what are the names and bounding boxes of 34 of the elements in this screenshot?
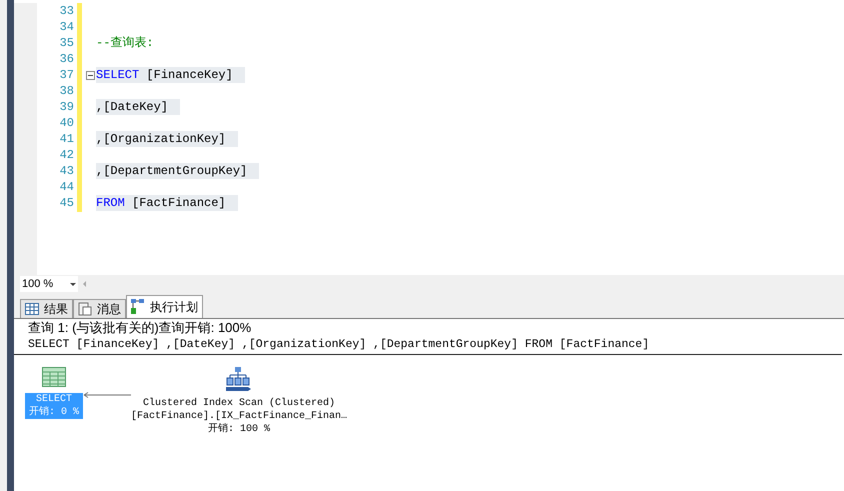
query-sql: SELECT [FinanceKey] ,[DateKey] ,[OrganizationKey] ,[DepartmentGroupKey] FROM [FactFinance] [28,337,650,353]
plan-node[interactable]: Clustered Index Scan (Clustered) [FactFinance].[IX_FactFinance_Finan… 开销: 100 % [131,367,348,436]
line-number: 33 [60,3,74,19]
line-number: 37 [60,67,74,83]
collapse-icon[interactable] [86,70,95,80]
line-number: 45 [60,195,74,211]
connector-arrow [83,392,132,398]
plan-icon [131,299,145,315]
result-tab[interactable]: 结果 [20,299,73,318]
line-number: 44 [60,179,74,195]
document-icon [78,302,92,316]
table-icon [42,367,66,387]
zoom-dropdown[interactable]: 100 % [20,276,78,292]
line-number: 34 [60,19,74,35]
node-label: [FactFinance].[IX_FactFinance_Finan… [131,410,348,423]
line-number: 41 [60,131,74,147]
node-label: SELECT [36,393,72,406]
code-line: --查询表: [96,35,155,51]
index-scan-icon [226,367,252,391]
node-label: Clustered Index Scan (Clustered) [143,397,336,410]
result-tab[interactable]: 消息 [73,299,126,318]
node-label: 开销: 0 % [29,406,80,419]
line-number: 35 [60,35,74,51]
line-number: 39 [60,99,74,115]
dropdown-arrow-icon [70,282,76,286]
line-number: 38 [60,83,74,99]
line-number: 43 [60,163,74,179]
line-number: 36 [60,51,74,67]
grid-icon [25,303,39,315]
result-tab[interactable]: 执行计划 [126,295,203,318]
line-number: 42 [60,147,74,163]
line-number: 40 [60,115,74,131]
query-cost-header: 查询 1: (与该批有关的)查询开销: 100% [28,320,252,336]
node-label: 开销: 100 % [208,423,270,436]
